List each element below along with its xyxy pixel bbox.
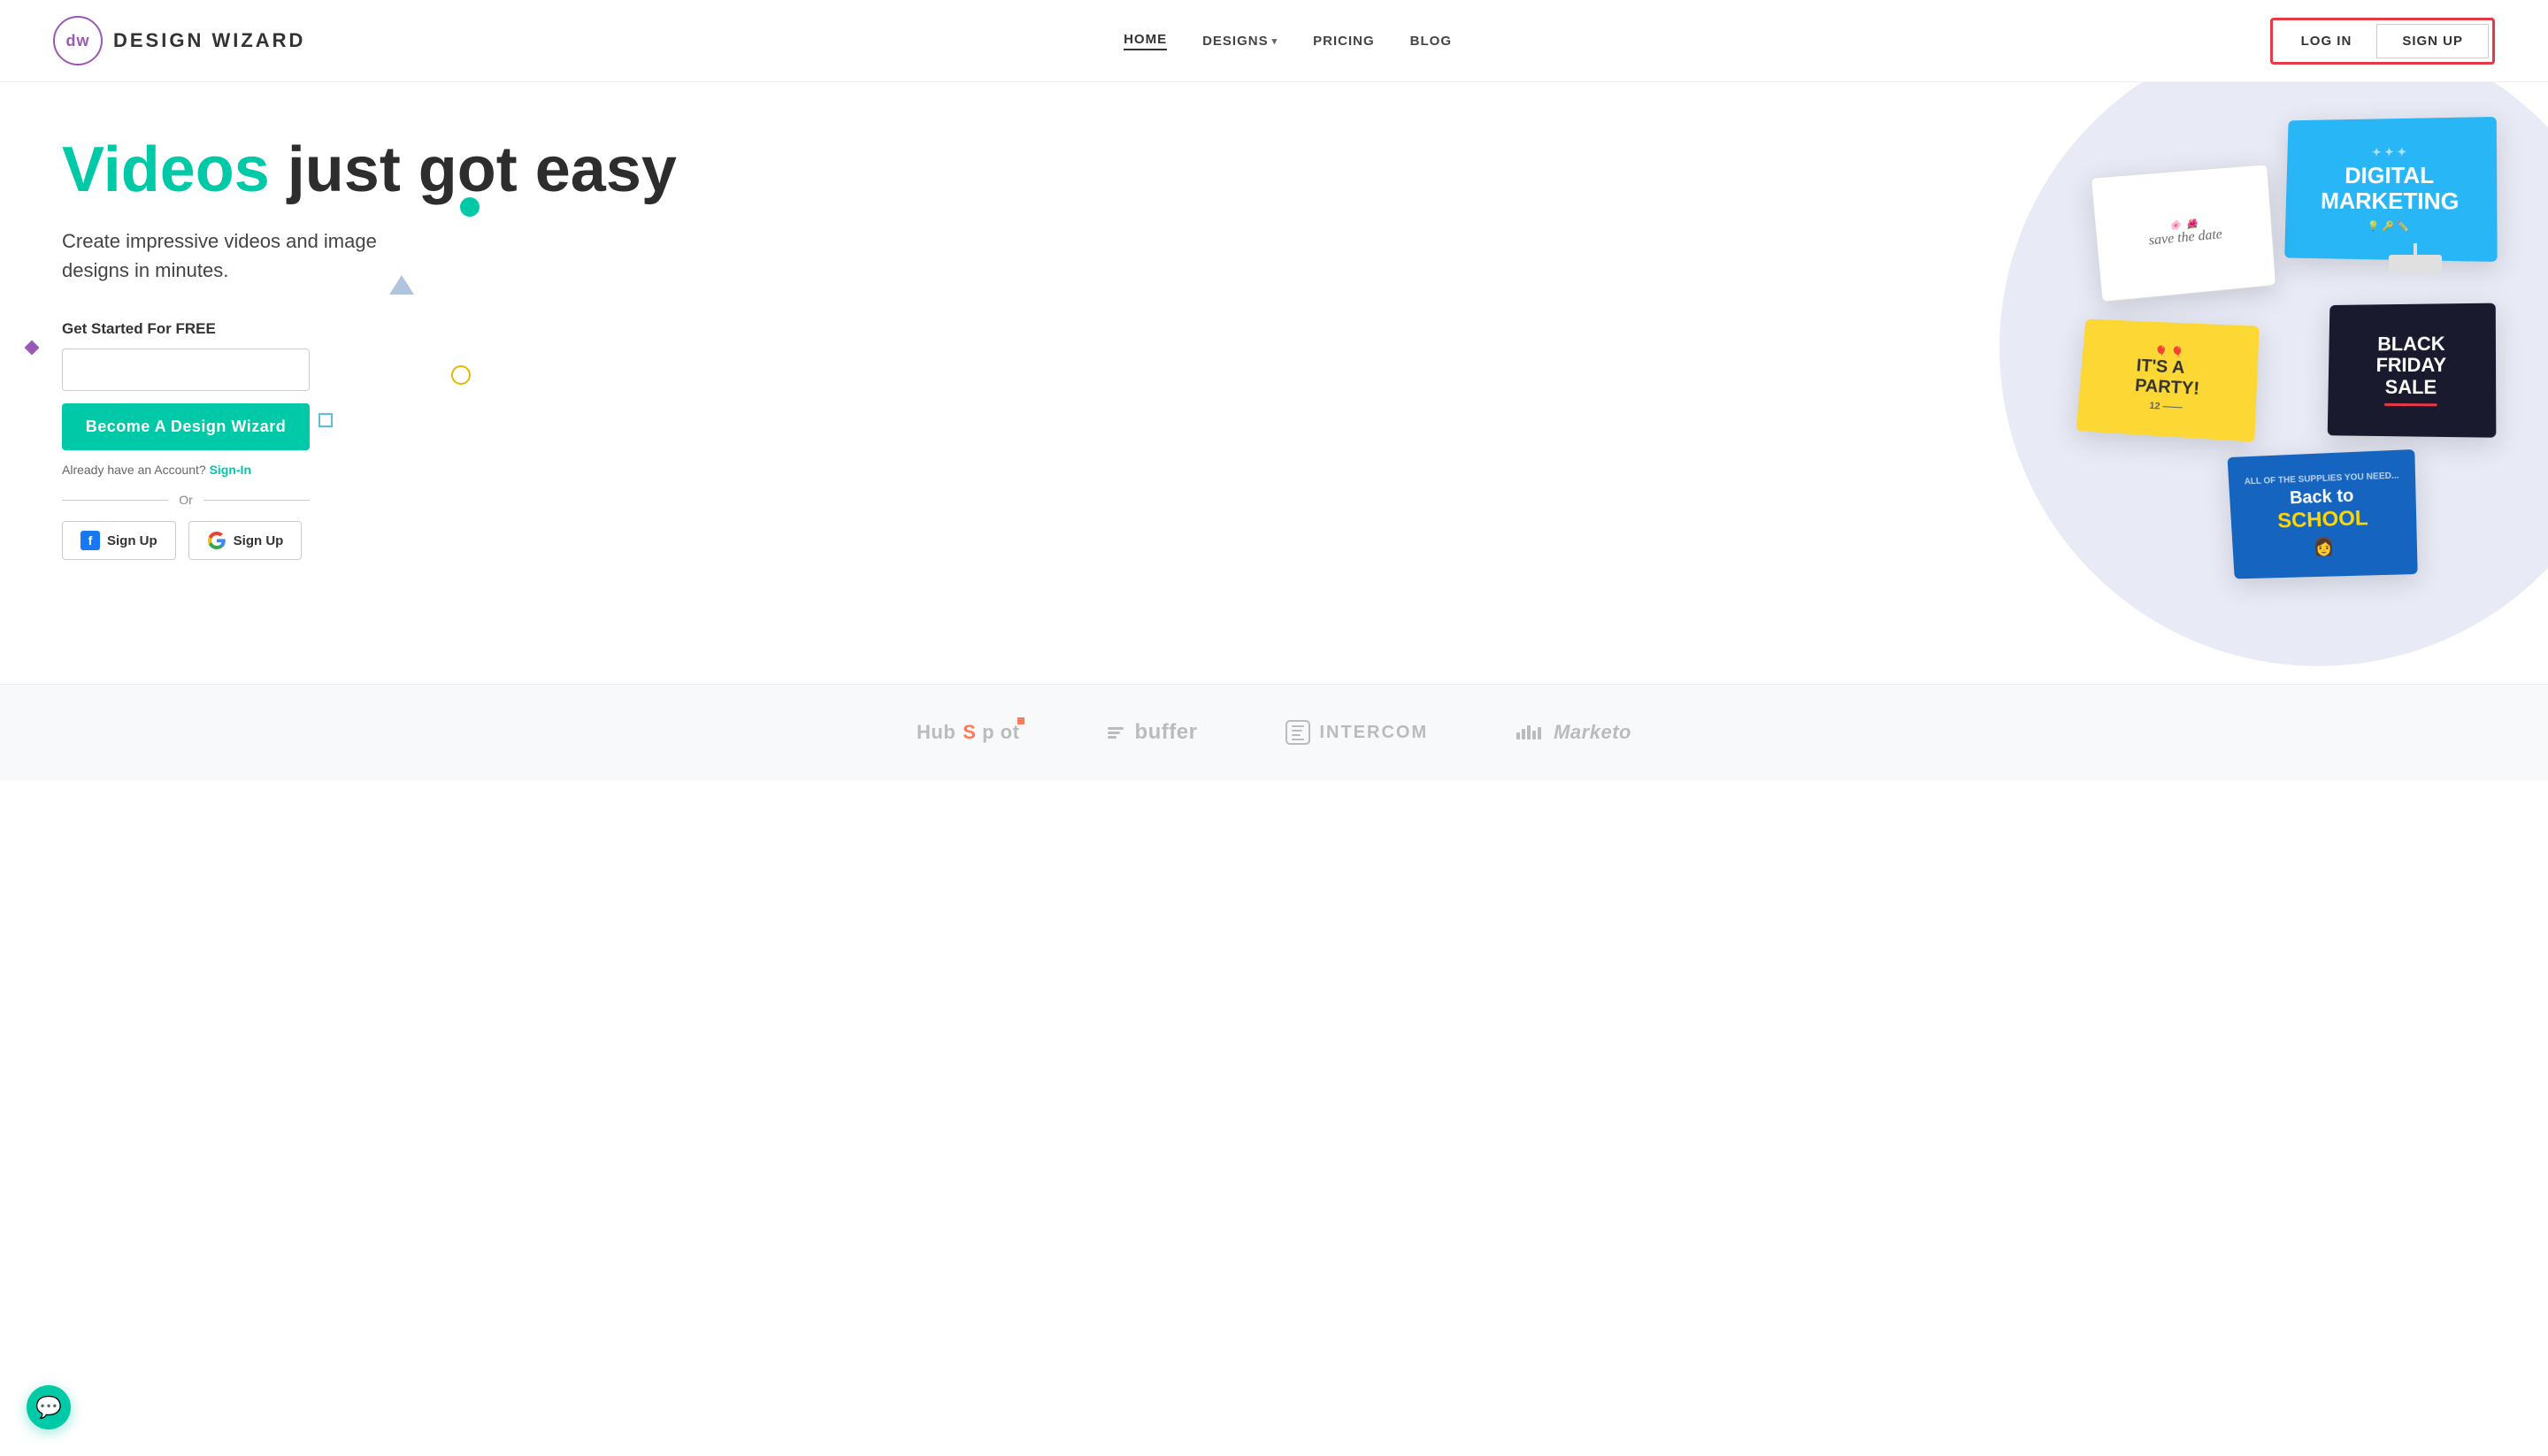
header: dw DESIGN WIZARD HOME DESIGNS ▾ PRICING … xyxy=(0,0,2548,82)
hero-heading-colored: Videos xyxy=(62,134,270,205)
intercom-text: INTERCOM xyxy=(1319,723,1428,743)
logo-letters: dw xyxy=(66,32,90,50)
hero-heading: Videos just got easy xyxy=(62,135,1348,205)
marketo-logo: Marketo xyxy=(1516,721,1631,744)
google-signup-button[interactable]: Sign Up xyxy=(188,521,303,560)
hero-left: Videos just got easy Create impressive v… xyxy=(0,82,1401,684)
or-line-left xyxy=(62,500,168,501)
become-wizard-button[interactable]: Become A Design Wizard xyxy=(62,403,310,450)
triangle-decoration xyxy=(389,275,414,295)
nav-pricing[interactable]: PRICING xyxy=(1313,34,1375,49)
hero-subtitle: Create impressive videos and image desig… xyxy=(62,226,416,285)
marketo-icon xyxy=(1516,725,1541,739)
monitor-base xyxy=(2389,255,2442,272)
marketo-text: Marketo xyxy=(1554,721,1631,744)
hero-heading-rest: just got easy xyxy=(270,134,677,205)
diamond-decoration xyxy=(25,341,40,356)
card-party: 🎈 🎈 IT'S APARTY! 12 —— xyxy=(2076,319,2260,442)
card-back-school: ALL OF THE SUPPLIES YOU NEED... Back toS… xyxy=(2228,449,2418,579)
logo-brand-name: DESIGN WIZARD xyxy=(113,29,305,52)
buffer-logo: buffer xyxy=(1108,720,1197,745)
hero-right: ✦ ✦ ✦ DIGITALMARKETING 💡 🔑 ✏️ 🌸 🌺 save t… xyxy=(1401,82,2548,684)
hero-section: Videos just got easy Create impressive v… xyxy=(0,82,2548,684)
square-outline-decoration xyxy=(318,413,333,427)
card-digital-marketing: ✦ ✦ ✦ DIGITALMARKETING 💡 🔑 ✏️ xyxy=(2284,117,2498,262)
teal-dot-decoration xyxy=(460,197,480,217)
main-nav: HOME DESIGNS ▾ PRICING BLOG xyxy=(1124,32,1452,50)
chevron-down-icon: ▾ xyxy=(1272,35,1278,47)
hubspot-logo: Hub S p ot xyxy=(917,721,1019,744)
or-text: Or xyxy=(179,493,193,507)
logo-circle: dw xyxy=(53,16,103,65)
buffer-icon xyxy=(1108,727,1124,739)
hero-visuals: ✦ ✦ ✦ DIGITALMARKETING 💡 🔑 ✏️ 🌸 🌺 save t… xyxy=(1401,82,2548,684)
nav-blog[interactable]: BLOG xyxy=(1410,34,1452,49)
chat-icon: 💬 xyxy=(35,1395,62,1421)
chat-bubble[interactable]: 💬 xyxy=(27,1385,71,1429)
nav-home[interactable]: HOME xyxy=(1124,32,1167,50)
circle-outline-decoration xyxy=(451,365,471,385)
email-input[interactable] xyxy=(62,349,310,391)
buffer-text: buffer xyxy=(1134,720,1197,745)
logo-area: dw DESIGN WIZARD xyxy=(53,16,305,65)
google-icon xyxy=(207,531,226,550)
facebook-icon: f xyxy=(81,531,100,550)
facebook-signup-button[interactable]: f Sign Up xyxy=(62,521,176,560)
signup-button[interactable]: SIGN UP xyxy=(2376,24,2489,58)
auth-buttons-container: LOG IN SIGN UP xyxy=(2270,18,2495,65)
login-button[interactable]: LOG IN xyxy=(2276,25,2377,57)
nav-designs[interactable]: DESIGNS ▾ xyxy=(1202,34,1278,49)
social-buttons: f Sign Up Sign Up xyxy=(62,521,1348,560)
card-save-date: 🌸 🌺 save the date xyxy=(2091,164,2276,303)
sign-in-link[interactable]: Sign-In xyxy=(210,463,251,477)
intercom-logo: INTERCOM xyxy=(1286,720,1428,745)
card-black-friday: BLACKFRIDAYSALE xyxy=(2328,303,2497,438)
already-account-text: Already have an Account? Sign-In xyxy=(62,463,1348,477)
get-started-label: Get Started For FREE xyxy=(62,320,1348,338)
or-line-right xyxy=(203,500,310,501)
intercom-icon xyxy=(1286,720,1310,745)
or-divider: Or xyxy=(62,493,310,507)
brands-section: Hub S p ot buffer INTERCOM xyxy=(0,684,2548,780)
